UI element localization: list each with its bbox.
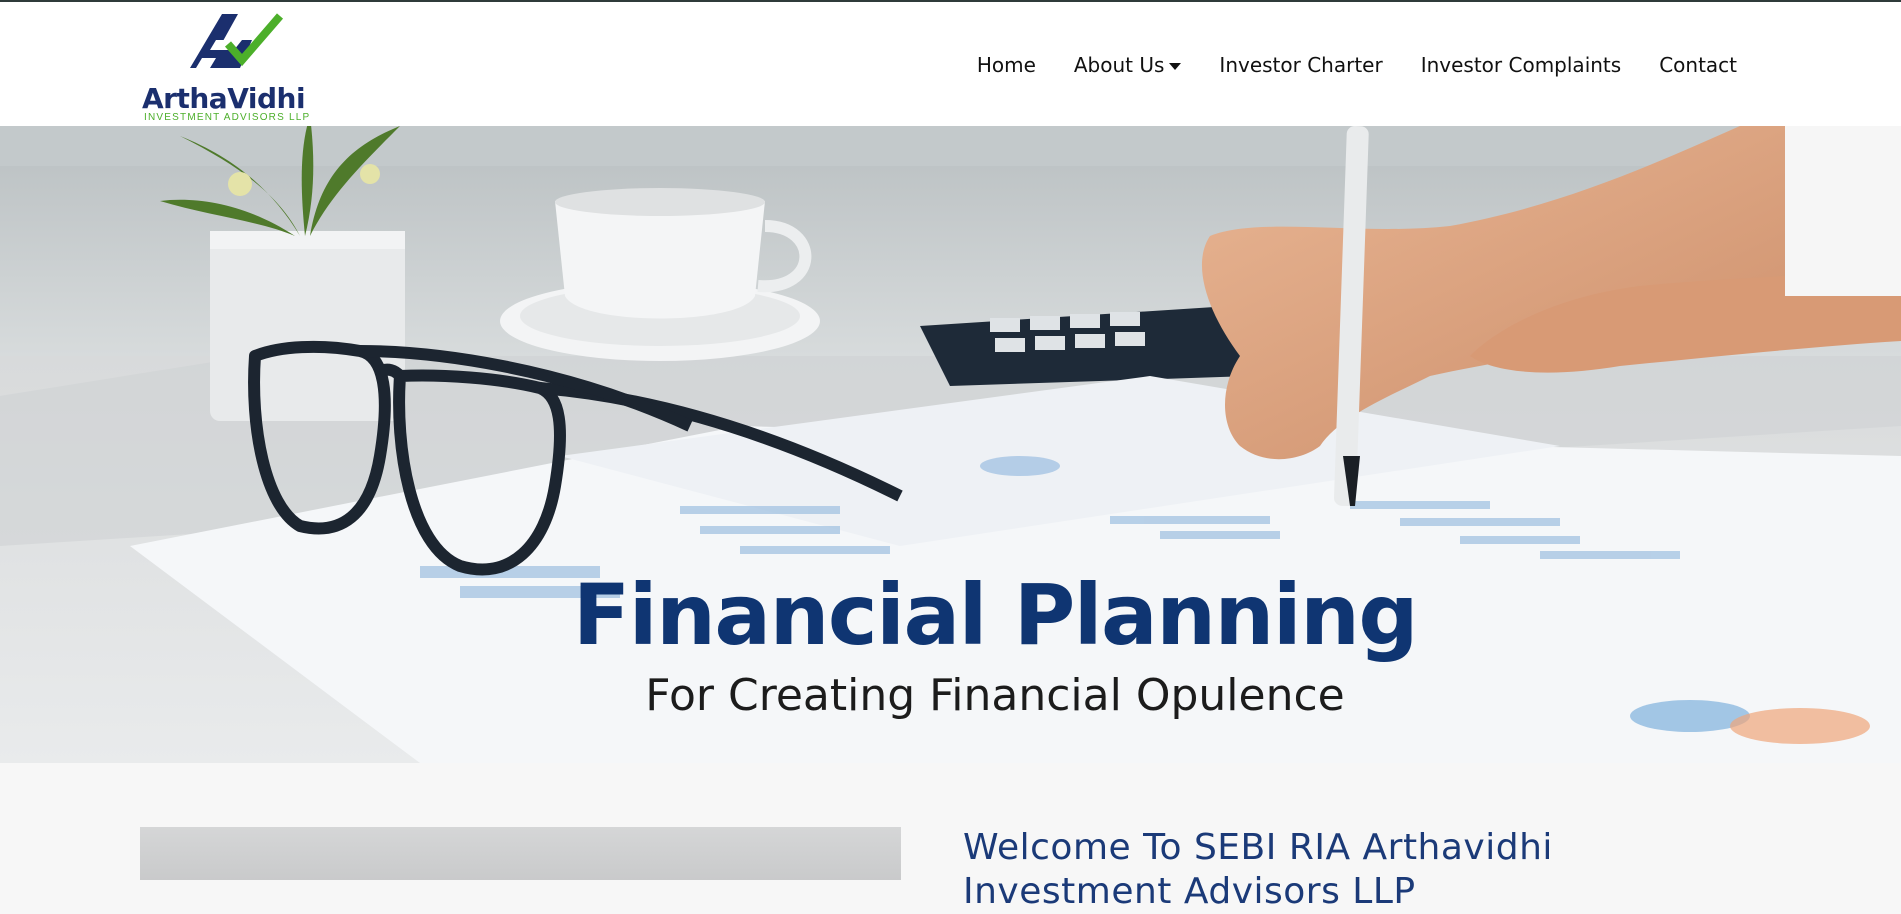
hero-title: Financial Planning	[572, 566, 1419, 664]
logo-mark-icon	[190, 13, 284, 68]
caret-down-icon	[1169, 62, 1182, 70]
welcome-heading: Welcome To SEBI RIA Arthavidhi Investmen…	[963, 827, 1553, 912]
nav-home-label: Home	[976, 53, 1036, 77]
nav-investor-complaints[interactable]: Investor Complaints	[1402, 50, 1640, 80]
nav-about-us-label: About Us	[1073, 53, 1165, 77]
nav-contact[interactable]: Contact	[1640, 50, 1756, 80]
nav-investor-charter-label: Investor Charter	[1219, 53, 1383, 77]
intro-image	[140, 827, 901, 880]
brand-name: ArthaVidhi	[142, 82, 306, 115]
hero-subtitle: For Creating Financial Opulence	[645, 670, 1345, 721]
nav-investor-complaints-label: Investor Complaints	[1420, 53, 1622, 77]
hero-banner: Financial Planning For Creating Financia…	[0, 126, 1901, 763]
brand-tagline: INVESTMENT ADVISORS LLP	[144, 112, 311, 123]
site-header: ArthaVidhi INVESTMENT ADVISORS LLP Home …	[0, 2, 1901, 126]
main-navigation: Home About Us Investor Charter Investor …	[958, 50, 1756, 80]
nav-home[interactable]: Home	[958, 50, 1055, 80]
nav-about-us[interactable]: About Us	[1055, 50, 1201, 80]
nav-investor-charter[interactable]: Investor Charter	[1200, 50, 1401, 80]
nav-contact-label: Contact	[1659, 53, 1737, 77]
hero-background-image	[0, 126, 1901, 763]
brand-logo[interactable]: ArthaVidhi INVESTMENT ADVISORS LLP	[140, 10, 325, 123]
